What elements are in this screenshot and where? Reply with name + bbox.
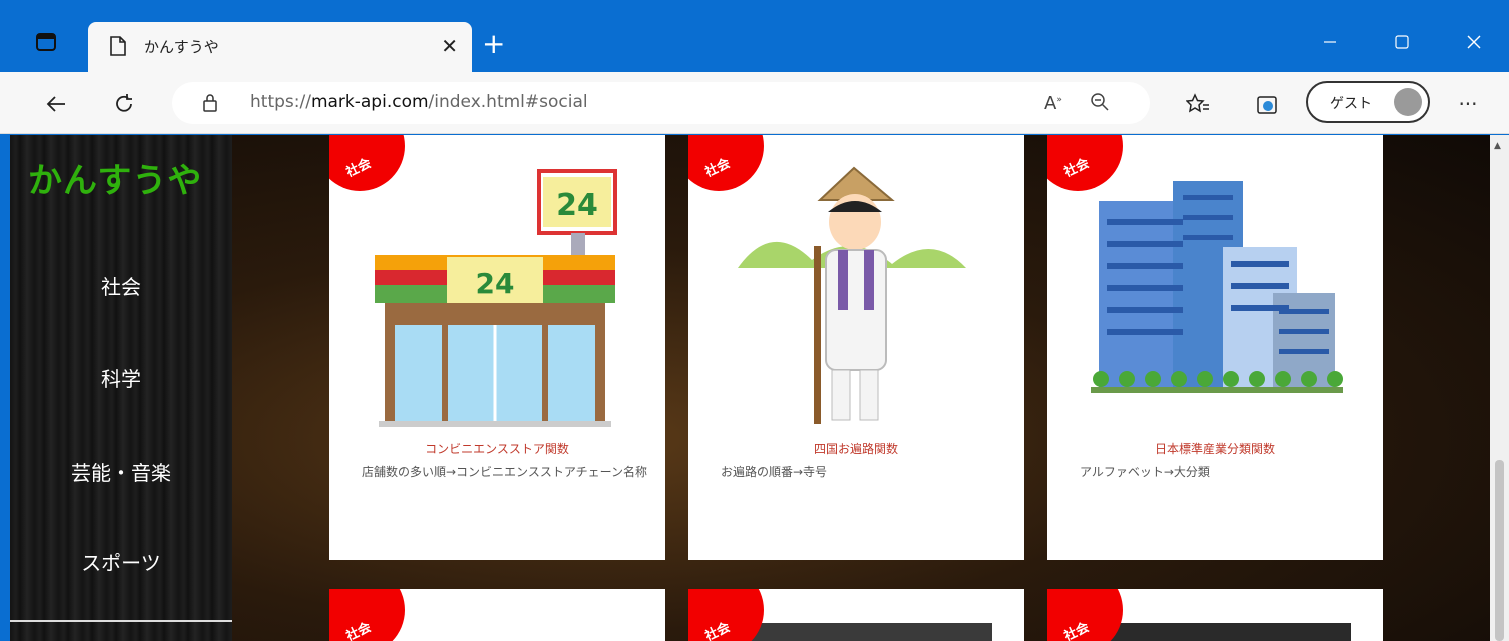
site-logo[interactable]: かんすうや: [28, 153, 202, 202]
read-aloud-icon[interactable]: A»: [1044, 93, 1062, 114]
card[interactable]: 社会: [329, 589, 665, 641]
refresh-icon[interactable]: [104, 84, 144, 124]
nav-link-science[interactable]: 科学: [10, 363, 232, 392]
tab-title: かんすうや: [144, 38, 219, 56]
category-badge: 社会: [1047, 589, 1123, 641]
url-text[interactable]: https://mark-api.com/index.html#social: [250, 92, 588, 112]
nav-link-sports[interactable]: スポーツ: [10, 547, 232, 576]
svg-text:24: 24: [476, 267, 515, 300]
sidebar-divider: [10, 620, 232, 622]
minimize-icon[interactable]: [1306, 22, 1354, 62]
scroll-thumb[interactable]: [1495, 460, 1504, 641]
card-description: お遍路の順番→寺号: [721, 465, 828, 479]
profile-button[interactable]: ゲスト: [1306, 81, 1430, 123]
browser-window: かんすうや ✕ + https://mark-api.com/index.htm…: [0, 0, 1509, 641]
category-badge: 社会: [329, 589, 405, 641]
favorites-icon[interactable]: [1178, 84, 1218, 124]
card-title[interactable]: 日本標準産業分類関数: [1047, 440, 1383, 457]
avatar-icon: [1394, 88, 1422, 116]
page-icon: [110, 36, 126, 60]
address-toolbar: https://mark-api.com/index.html#social A…: [0, 72, 1509, 134]
svg-text:24: 24: [556, 188, 598, 223]
card-image-photo: [724, 623, 992, 641]
sidebar: かんすうや 社会 科学 芸能・音楽 スポーツ: [10, 135, 232, 641]
page-viewport: かんすうや 社会 科学 芸能・音楽 スポーツ 24 24 社会 コンビニエンスス…: [10, 135, 1490, 641]
collections-icon[interactable]: [1248, 84, 1288, 124]
card-title[interactable]: コンビニエンスストア関数: [329, 440, 665, 457]
active-tab[interactable]: かんすうや ✕: [88, 22, 472, 72]
nav-link-entertainment[interactable]: 芸能・音楽: [10, 457, 232, 486]
close-window-icon[interactable]: [1450, 22, 1498, 62]
maximize-icon[interactable]: [1378, 22, 1426, 62]
convenience-store-illustration: 24 24: [375, 169, 617, 427]
card-title[interactable]: 四国お遍路関数: [688, 440, 1024, 457]
lock-icon[interactable]: [202, 93, 218, 117]
address-bar[interactable]: https://mark-api.com/index.html#social A…: [172, 82, 1150, 124]
zoom-icon[interactable]: [1090, 92, 1110, 116]
card-convenience-store[interactable]: 24 24 社会 コンビニエンスストア関数 店舗数の多い順→コンビニエンスストア…: [329, 135, 665, 560]
category-badge: 社会: [688, 589, 764, 641]
card-image-photo: [1083, 623, 1351, 641]
card-description: アルファベット→大分類: [1080, 465, 1210, 479]
back-icon[interactable]: [36, 84, 76, 124]
profile-label: ゲスト: [1330, 96, 1372, 112]
card[interactable]: 社会: [1047, 589, 1383, 641]
more-icon[interactable]: ···: [1448, 84, 1488, 124]
title-bar: かんすうや ✕ +: [0, 0, 1509, 72]
scroll-up-icon[interactable]: ▲: [1494, 141, 1501, 151]
card-shikoku-pilgrimage[interactable]: 社会 四国お遍路関数 お遍路の順番→寺号: [688, 135, 1024, 560]
card-industry-classification[interactable]: 社会 日本標準産業分類関数 アルファベット→大分類: [1047, 135, 1383, 560]
new-tab-icon[interactable]: +: [482, 28, 505, 60]
vertical-scrollbar[interactable]: ▲: [1490, 135, 1509, 641]
office-buildings-illustration: [1091, 181, 1343, 393]
nav-link-social[interactable]: 社会: [10, 271, 232, 300]
card-description: 店舗数の多い順→コンビニエンスストアチェーン名称: [362, 465, 647, 479]
card[interactable]: 社会: [688, 589, 1024, 641]
pilgrim-illustration: [738, 166, 966, 424]
tab-actions-icon[interactable]: [22, 22, 70, 62]
close-icon[interactable]: ✕: [441, 34, 458, 58]
